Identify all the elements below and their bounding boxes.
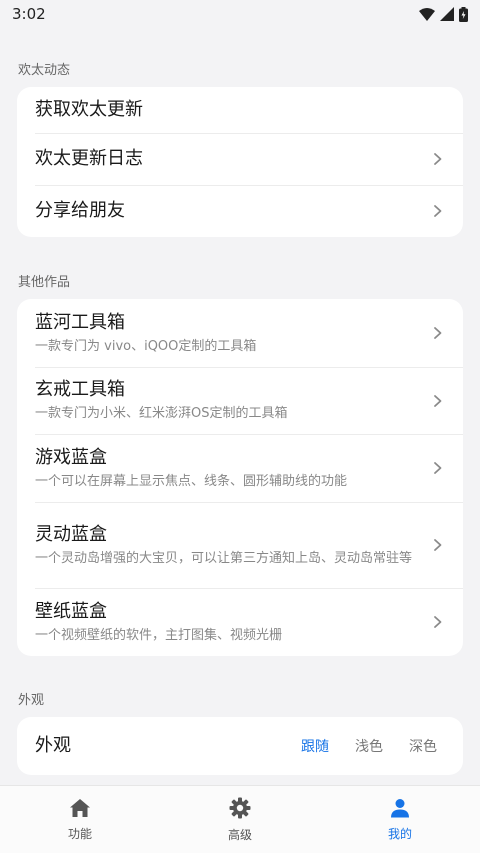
- chevron-right-icon: [434, 327, 442, 339]
- appearance-row: 外观 跟随 浅色 深色: [17, 717, 463, 775]
- signal-icon: [440, 7, 454, 21]
- nav-label: 高级: [227, 827, 252, 842]
- row-title: 分享给朋友: [35, 200, 125, 221]
- nav-label: 我的: [387, 826, 412, 841]
- chevron-right-icon: [434, 539, 442, 551]
- battery-icon: [459, 6, 468, 22]
- row-subtitle: 一个视频壁纸的软件，主打图集、视频光栅: [35, 627, 283, 643]
- list-item[interactable]: 游戏蓝盒 一个可以在屏幕上显示焦点、线条、圆形辅助线的功能: [17, 434, 463, 502]
- list-item[interactable]: 蓝河工具箱 一款专门为 vivo、iQOO定制的工具箱: [17, 299, 463, 367]
- status-bar: 3:02: [0, 0, 480, 28]
- chevron-right-icon: [434, 462, 442, 474]
- row-text: 玄戒工具箱 一款专门为小米、红米澎湃OS定制的工具箱: [35, 378, 288, 423]
- row-title: 游戏蓝盒: [35, 446, 107, 468]
- nav-item-features[interactable]: 功能: [35, 798, 125, 842]
- section-title-news: 欢太动态: [18, 63, 71, 78]
- chevron-right-icon: [434, 153, 442, 165]
- list-item[interactable]: 壁纸蓝盒 一个视频壁纸的软件，主打图集、视频光栅: [17, 588, 463, 656]
- chevron-right-icon: [434, 616, 442, 628]
- gear-icon: [229, 797, 251, 818]
- theme-segmented-control: 跟随 浅色 深色: [301, 736, 437, 756]
- list-item[interactable]: 玄戒工具箱 一款专门为小米、红米澎湃OS定制的工具箱: [17, 367, 463, 434]
- home-icon: [70, 798, 90, 817]
- share-row[interactable]: 分享给朋友: [17, 185, 463, 237]
- theme-option-follow[interactable]: 跟随: [301, 736, 329, 756]
- row-title: 壁纸蓝盒: [35, 600, 107, 622]
- appearance-card: 外观 跟随 浅色 深色: [17, 717, 463, 775]
- row-subtitle: 一个可以在屏幕上显示焦点、线条、圆形辅助线的功能: [35, 473, 348, 489]
- section-title-appearance: 外观: [18, 693, 45, 708]
- row-subtitle: 一款专门为小米、红米澎湃OS定制的工具箱: [35, 406, 288, 421]
- row-subtitle: 一款专门为 vivo、iQOO定制的工具箱: [35, 338, 257, 354]
- row-text: 游戏蓝盒 一个可以在屏幕上显示焦点、线条、圆形辅助线的功能: [35, 446, 347, 491]
- news-card: 获取欢太更新 欢太更新日志 分享给朋友: [17, 87, 463, 237]
- row-title: 外观: [35, 735, 71, 756]
- row-title: 获取欢太更新: [35, 99, 143, 120]
- nav-label: 功能: [67, 826, 92, 841]
- row-subtitle: 一个灵动岛增强的大宝贝，可以让第三方通知上岛、灵动岛常驻等: [35, 550, 413, 566]
- person-icon: [391, 798, 409, 817]
- row-title: 蓝河工具箱: [35, 311, 125, 333]
- works-card: 蓝河工具箱 一款专门为 vivo、iQOO定制的工具箱 玄戒工具箱 一款专门为小…: [17, 299, 463, 656]
- nav-item-mine[interactable]: 我的: [355, 798, 445, 842]
- row-title: 灵动蓝盒: [35, 523, 107, 545]
- status-time: 3:02: [12, 5, 46, 23]
- row-text: 灵动蓝盒 一个灵动岛增强的大宝贝，可以让第三方通知上岛、灵动岛常驻等: [35, 523, 412, 568]
- theme-option-dark[interactable]: 深色: [409, 736, 437, 756]
- list-item[interactable]: 灵动蓝盒 一个灵动岛增强的大宝贝，可以让第三方通知上岛、灵动岛常驻等: [17, 502, 463, 588]
- chevron-right-icon: [434, 205, 442, 217]
- section-title-works: 其他作品: [18, 275, 71, 290]
- row-title: 玄戒工具箱: [35, 379, 125, 400]
- changelog-row[interactable]: 欢太更新日志: [17, 133, 463, 185]
- row-text: 蓝河工具箱 一款专门为 vivo、iQOO定制的工具箱: [35, 311, 256, 356]
- nav-item-advanced[interactable]: 高级: [195, 797, 285, 843]
- theme-option-light[interactable]: 浅色: [355, 736, 383, 756]
- status-icons: [419, 6, 468, 22]
- bottom-nav: 功能 高级 我的: [0, 785, 480, 853]
- row-text: 壁纸蓝盒 一个视频壁纸的软件，主打图集、视频光栅: [35, 600, 282, 645]
- row-title: 欢太更新日志: [35, 148, 143, 169]
- chevron-right-icon: [434, 394, 442, 407]
- wifi-icon: [419, 7, 435, 21]
- get-update-row[interactable]: 获取欢太更新: [17, 87, 463, 133]
